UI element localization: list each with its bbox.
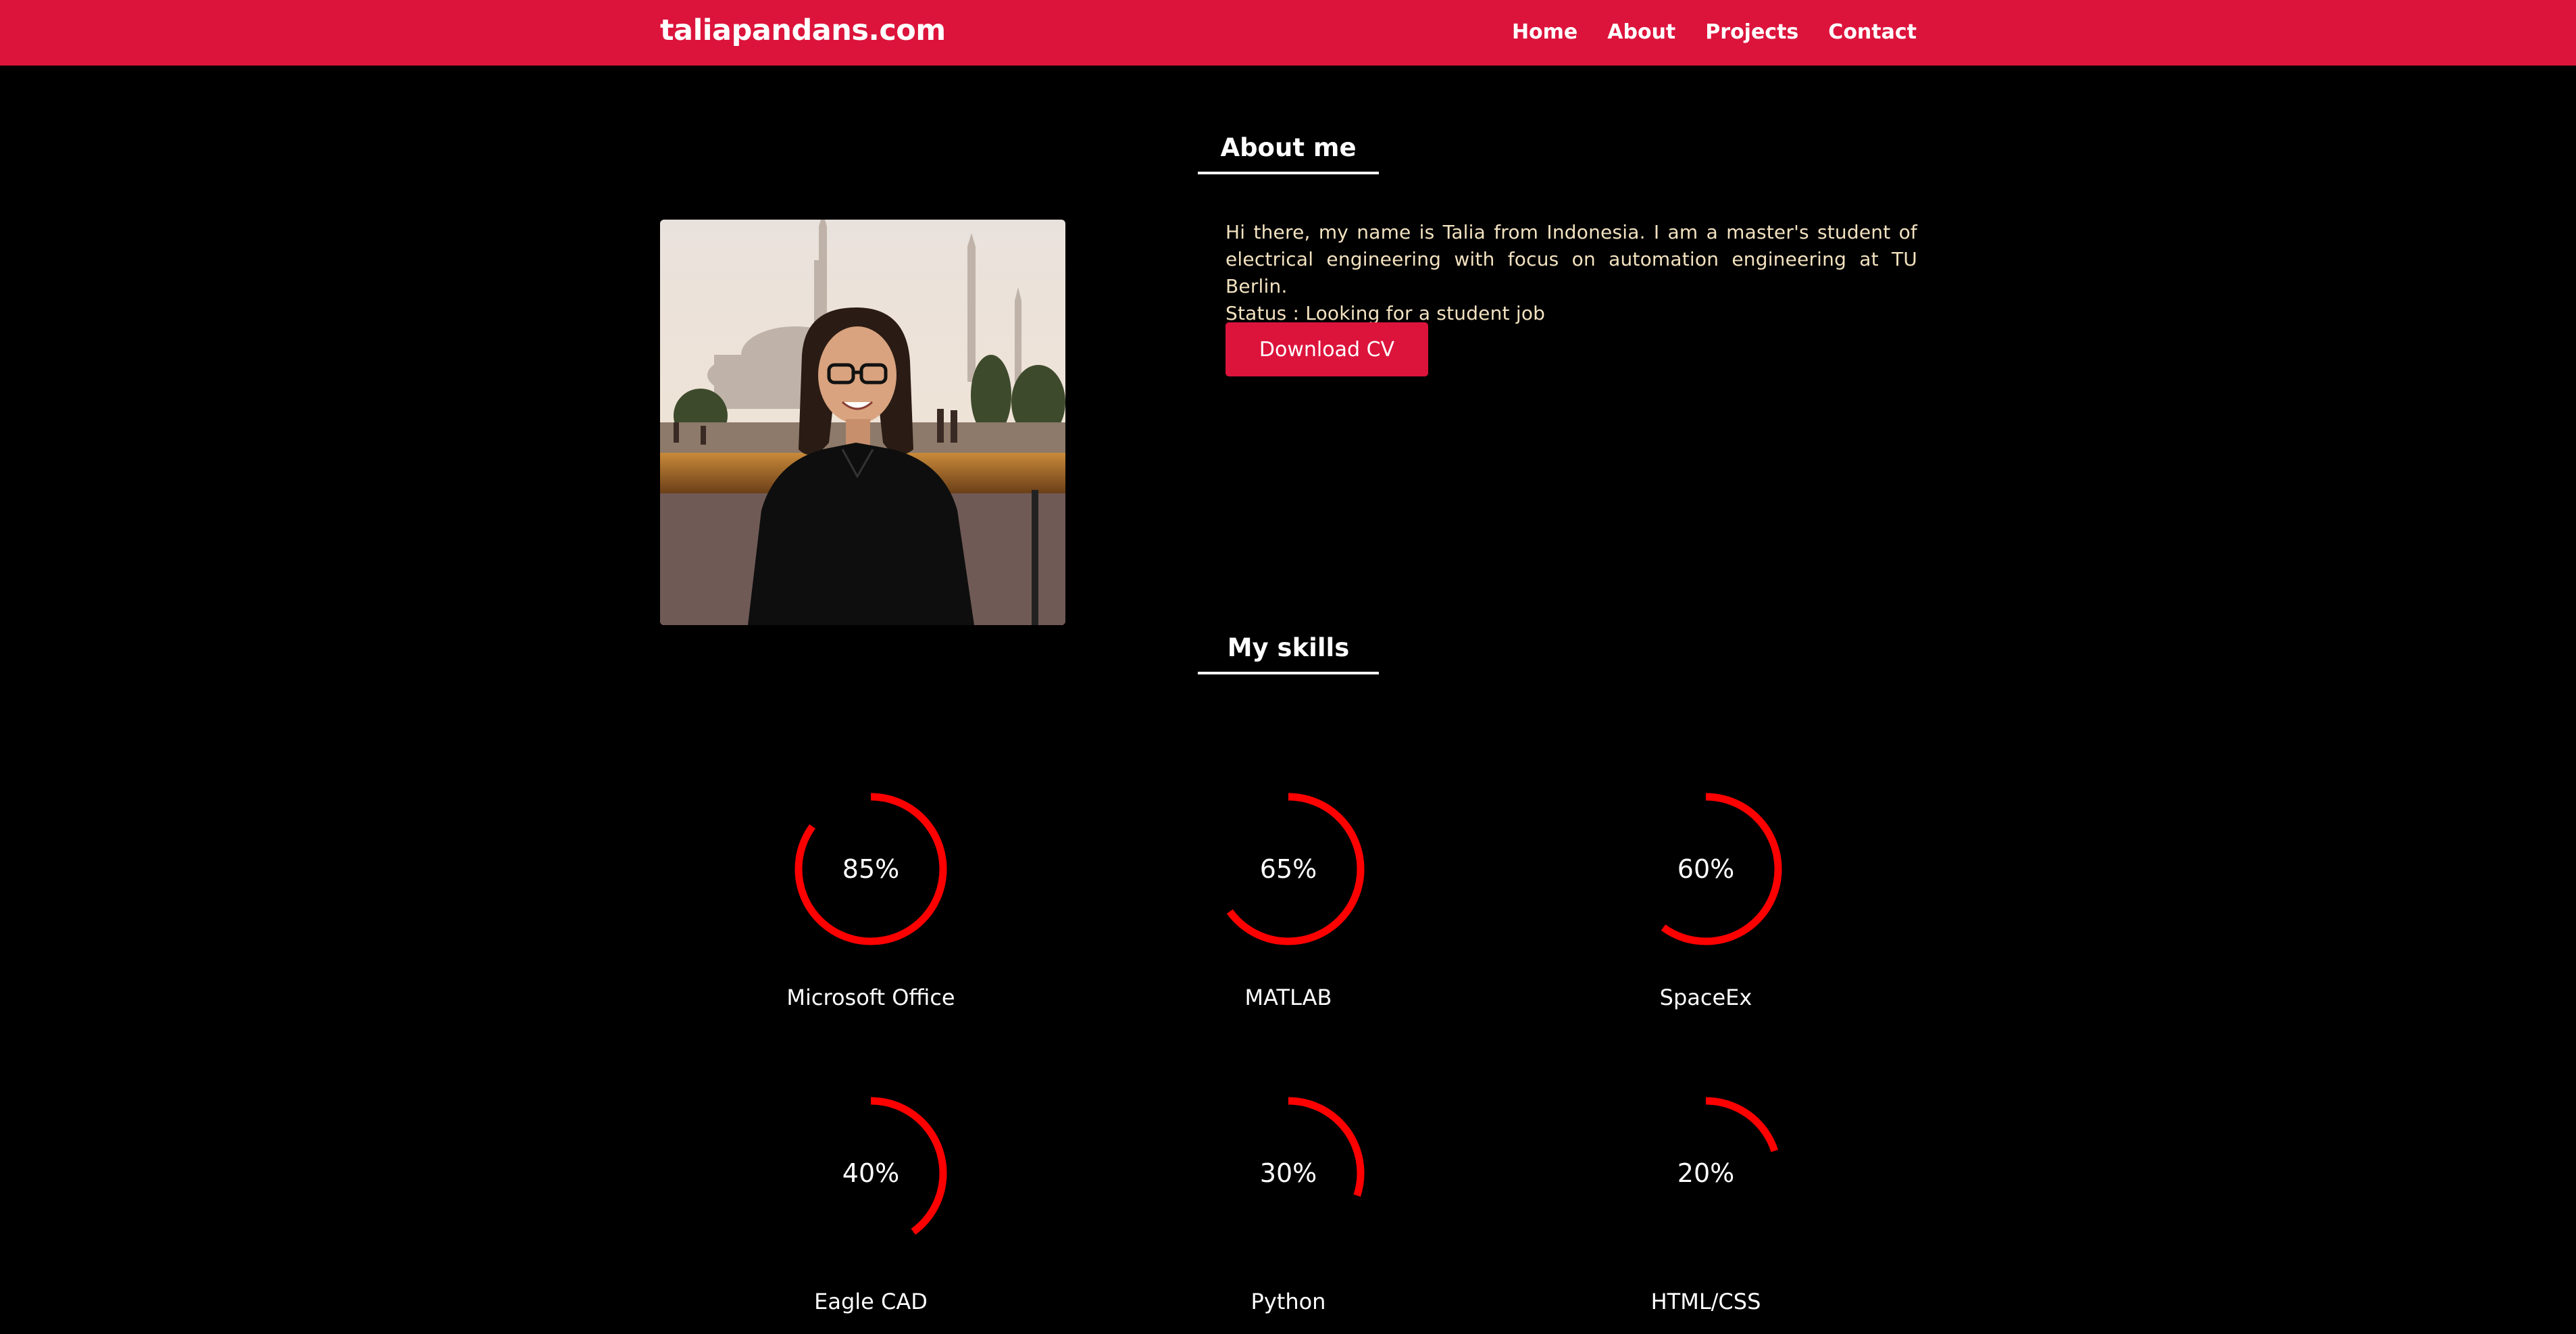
skill-percent-label: 40% xyxy=(842,1158,900,1188)
skill-name-label: SpaceEx xyxy=(1659,985,1752,1010)
nav-projects-link[interactable]: Projects xyxy=(1705,20,1798,44)
profile-photo xyxy=(660,220,1065,625)
skill-percent-label: 65% xyxy=(1259,854,1317,884)
skills-heading-text: My skills xyxy=(1227,633,1350,662)
navbar: taliapandans.com Home About Projects Con… xyxy=(0,0,2576,66)
about-heading: About me xyxy=(1198,133,1379,174)
skill-spaceex: 60% SpaceEx xyxy=(1571,790,1841,1010)
skill-name-label: Microsoft Office xyxy=(786,985,955,1010)
skill-name-label: HTML/CSS xyxy=(1650,1289,1761,1314)
nav-home-link[interactable]: Home xyxy=(1512,20,1577,44)
skill-name-label: MATLAB xyxy=(1244,985,1332,1010)
skill-name-label: Python xyxy=(1251,1289,1326,1314)
about-heading-underline xyxy=(1198,172,1379,174)
skill-percent-label: 60% xyxy=(1677,854,1735,884)
download-cv-button[interactable]: Download CV xyxy=(1226,322,1428,376)
skills-heading: My skills xyxy=(1198,633,1379,674)
skill-html-css: 20% HTML/CSS xyxy=(1571,1094,1841,1314)
skill-percent-label: 30% xyxy=(1259,1158,1317,1188)
site-brand-link[interactable]: taliapandans.com xyxy=(660,14,946,47)
about-paragraph: Hi there, my name is Talia from Indonesi… xyxy=(1226,221,1917,297)
nav-about-link[interactable]: About xyxy=(1607,20,1675,44)
skill-matlab: 65% MATLAB xyxy=(1153,790,1423,1010)
skill-microsoft-office: 85% Microsoft Office xyxy=(736,790,1006,1010)
skill-percent-label: 20% xyxy=(1677,1158,1735,1188)
nav-contact-link[interactable]: Contact xyxy=(1828,20,1917,44)
skill-percent-label: 85% xyxy=(842,854,900,884)
skills-heading-underline xyxy=(1198,672,1379,674)
about-text: Hi there, my name is Talia from Indonesi… xyxy=(1226,219,1917,327)
skill-name-label: Eagle CAD xyxy=(814,1289,928,1314)
skill-python: 30% Python xyxy=(1153,1094,1423,1314)
about-heading-text: About me xyxy=(1220,133,1357,162)
skill-eagle-cad: 40% Eagle CAD xyxy=(736,1094,1006,1314)
nav-links: Home About Projects Contact xyxy=(1512,20,1917,44)
